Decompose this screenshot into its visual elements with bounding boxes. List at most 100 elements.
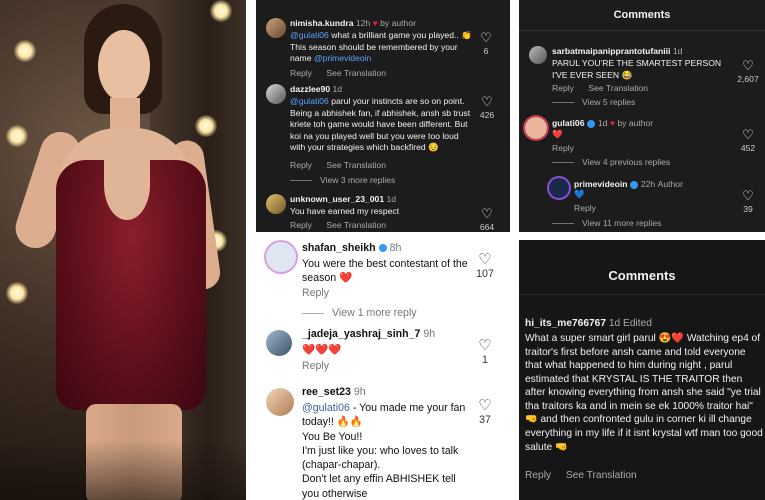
see-translation-button[interactable]: See Translation xyxy=(588,83,648,93)
like-button[interactable]: ♡ 39 xyxy=(735,188,761,214)
celebrity-photo xyxy=(0,0,246,500)
see-translation-button[interactable]: See Translation xyxy=(566,470,637,481)
comment-time: 12h xyxy=(355,18,371,28)
avatar[interactable] xyxy=(525,117,547,139)
view-replies-button[interactable]: View 5 replies xyxy=(552,97,635,107)
comment-time: 1d xyxy=(332,84,343,94)
mention-link[interactable]: @gulati06 xyxy=(290,30,329,40)
comment-item: nimisha.kundra 12h ♥ by author @gulati06… xyxy=(256,18,510,80)
avatar[interactable] xyxy=(266,242,296,272)
heart-outline-icon: ♡ xyxy=(478,337,492,354)
comment-header: _jadeja_yashraj_sinh_7 9h xyxy=(302,328,435,340)
mention-link[interactable]: @primevideoin xyxy=(314,53,371,63)
reply-button[interactable]: Reply xyxy=(552,83,574,93)
like-button[interactable]: ♡ 452 xyxy=(735,127,761,153)
username[interactable]: unknown_user_23_001 xyxy=(290,194,384,204)
see-translation-button[interactable]: See Translation xyxy=(326,220,386,230)
comment-text: 💙 xyxy=(574,189,585,199)
comment-text: @gulati06 - You made me your fan today!!… xyxy=(302,402,466,500)
comment-item: unknown_user_23_001 1d You have earned m… xyxy=(256,194,510,232)
comment-actions: Reply xyxy=(552,143,586,153)
reply-button[interactable]: Reply xyxy=(302,360,329,372)
avatar[interactable] xyxy=(266,18,286,38)
reply-button[interactable]: Reply xyxy=(552,143,574,153)
like-count: 664 xyxy=(479,222,495,232)
reply-button[interactable]: Reply xyxy=(302,287,329,299)
comment-time: 9h xyxy=(423,328,436,340)
mention-link[interactable]: @gulati06 xyxy=(290,96,329,106)
username[interactable]: nimisha.kundra xyxy=(290,18,354,28)
comment-item: dazzlee90 1d @gulati06 parul your instin… xyxy=(256,84,510,188)
avatar[interactable] xyxy=(266,84,286,104)
username[interactable]: primevideoin xyxy=(574,179,627,189)
verified-badge-icon xyxy=(378,244,387,253)
username[interactable]: dazzlee90 xyxy=(290,84,330,94)
comment-actions: Reply See Translation xyxy=(290,68,398,78)
like-count: 107 xyxy=(476,268,494,280)
view-replies-button[interactable]: View 11 more replies xyxy=(552,218,661,228)
heart-outline-icon: ♡ xyxy=(742,188,754,203)
comment-item: sarbatmaipanipprantotufaniii 1d PARUL YO… xyxy=(519,46,765,108)
like-button[interactable]: ♡ 6 xyxy=(476,30,496,56)
avatar[interactable] xyxy=(266,388,294,416)
username[interactable]: hi_its_me766767 xyxy=(525,318,606,329)
comments-title: Comments xyxy=(613,9,671,21)
reply-button[interactable]: Reply xyxy=(574,203,596,213)
like-button[interactable]: ♡ 1 xyxy=(472,336,498,366)
vanity-bulb xyxy=(6,125,28,147)
like-button[interactable]: ♡ 107 xyxy=(472,250,498,280)
username[interactable]: gulati06 xyxy=(552,118,584,128)
view-replies-button[interactable]: View 3 more replies xyxy=(290,175,395,185)
avatar[interactable] xyxy=(529,46,547,64)
comment-text: @gulati06 what a brilliant game you play… xyxy=(290,30,472,64)
reply-button[interactable]: Reply xyxy=(525,470,551,481)
comments-panel-top-right[interactable]: Comments sarbatmaipanipprantotufaniii 1d… xyxy=(519,0,765,232)
header-divider xyxy=(519,294,765,295)
heart-outline-icon: ♡ xyxy=(478,397,492,414)
like-button[interactable]: ♡ 2,607 xyxy=(735,58,761,84)
view-replies-button[interactable]: View 4 previous replies xyxy=(552,157,670,167)
heart-outline-icon: ♡ xyxy=(742,127,754,142)
see-translation-button[interactable]: See Translation xyxy=(326,160,386,170)
vanity-bulb xyxy=(210,0,232,22)
like-button[interactable]: ♡ 37 xyxy=(472,396,498,426)
comment-reply-item: primevideoin 22h Author 💙 Reply View 11 … xyxy=(519,178,765,228)
author-tag: Author xyxy=(657,179,683,189)
like-button[interactable]: ♡ 426 xyxy=(474,94,500,120)
vanity-bulb xyxy=(6,282,28,304)
mention-link[interactable]: @gulati06 xyxy=(302,402,350,414)
username[interactable]: ree_set23 xyxy=(302,386,351,398)
avatar[interactable] xyxy=(266,194,286,214)
like-count: 6 xyxy=(483,46,489,56)
comment-actions: Reply See Translation xyxy=(525,470,649,481)
comment-header: sarbatmaipanipprantotufaniii 1d xyxy=(552,46,682,56)
comments-title: Comments xyxy=(608,268,676,283)
comment-time: 1d xyxy=(672,46,683,56)
comment-actions: Reply See Translation xyxy=(290,220,398,230)
comments-panel-bottom-center[interactable]: shafan_sheikh 8h You were the best conte… xyxy=(256,236,510,500)
like-button[interactable]: ♡ 664 xyxy=(474,206,500,232)
author-like-heart-icon: ♥ xyxy=(372,18,378,28)
view-replies-button[interactable]: View 1 more reply xyxy=(302,307,417,319)
avatar[interactable] xyxy=(266,330,292,356)
reply-button[interactable]: Reply xyxy=(290,220,312,230)
comments-panel-top-center[interactable]: nimisha.kundra 12h ♥ by author @gulati06… xyxy=(256,0,510,232)
username[interactable]: shafan_sheikh xyxy=(302,242,376,254)
comment-actions: Reply See Translation xyxy=(290,160,398,170)
comment-actions: Reply xyxy=(574,203,608,213)
like-count: 426 xyxy=(479,110,495,120)
comments-panel-bottom-right[interactable]: Comments hi_its_me766767 1d Edited What … xyxy=(519,240,765,500)
avatar[interactable] xyxy=(549,178,569,198)
by-author-label: by author xyxy=(617,118,654,128)
see-translation-button[interactable]: See Translation xyxy=(326,68,386,78)
reply-button[interactable]: Reply xyxy=(290,160,312,170)
reply-button[interactable]: Reply xyxy=(290,68,312,78)
by-author-label: by author xyxy=(380,18,416,28)
comment-time: 22h xyxy=(640,179,656,189)
comment-header: unknown_user_23_001 1d xyxy=(290,194,396,204)
comment-time: 1d xyxy=(608,318,621,329)
username[interactable]: _jadeja_yashraj_sinh_7 xyxy=(302,328,420,340)
comment-actions: Reply xyxy=(302,287,341,299)
username[interactable]: sarbatmaipanipprantotufaniii xyxy=(552,46,670,56)
face xyxy=(98,30,150,102)
